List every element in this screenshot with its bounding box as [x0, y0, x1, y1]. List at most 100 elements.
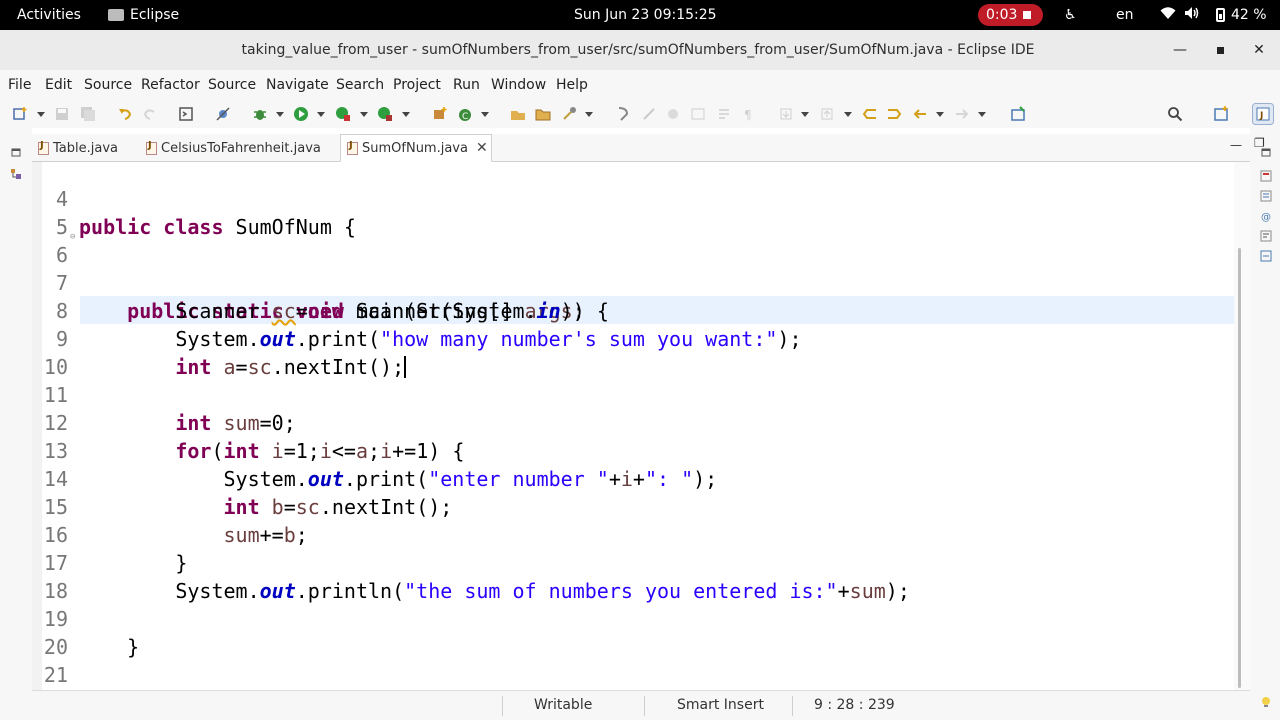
close-tab-icon[interactable]: ✕ [476, 140, 488, 156]
code-line[interactable]: 22 [32, 661, 1232, 689]
menu-project[interactable]: Project [393, 77, 441, 93]
restore-icon[interactable] [10, 146, 22, 158]
package-explorer-icon[interactable] [10, 168, 22, 180]
forward-dropdown-icon[interactable] [978, 112, 986, 117]
task-list-icon[interactable] [1260, 190, 1272, 202]
previous-annotation-dropdown-icon[interactable] [844, 112, 852, 117]
maximize-editor-button[interactable]: ❐ [1254, 136, 1265, 150]
tab-table-java[interactable]: Table.java [32, 134, 140, 162]
outline-icon[interactable] [1260, 170, 1272, 182]
search-tool-icon[interactable] [561, 106, 577, 122]
next-annotation-dropdown-icon[interactable] [801, 112, 809, 117]
pin-editor-icon[interactable] [1010, 106, 1026, 122]
close-button[interactable]: ✕ [1249, 40, 1269, 60]
menu-refactor[interactable]: Refactor [141, 77, 200, 93]
external-tools-dropdown-icon[interactable] [402, 112, 410, 117]
new-dropdown-icon[interactable] [37, 112, 45, 117]
save-all-icon[interactable] [80, 106, 96, 122]
code-line[interactable]: 5 [32, 185, 1232, 239]
stop-recording-icon[interactable] [1023, 11, 1031, 19]
code-line[interactable]: 20 [32, 605, 1232, 659]
activities-button[interactable]: Activities [17, 6, 81, 24]
search-dropdown-icon[interactable] [585, 112, 593, 117]
open-type-icon[interactable] [510, 106, 526, 122]
search-icon[interactable] [1167, 106, 1183, 122]
code-line[interactable]: 7 Scanner sc=new Scanner(System.in); [32, 241, 1232, 323]
undo-icon[interactable] [117, 106, 133, 122]
toggle-mark-icon[interactable] [615, 106, 631, 122]
code-line[interactable]: 13 System.out.print("enter number "+i+":… [32, 409, 1232, 491]
open-perspective-icon[interactable] [1213, 106, 1229, 122]
menu-help[interactable]: Help [556, 77, 588, 93]
keyboard-language[interactable]: en [1116, 6, 1134, 24]
code-line[interactable]: 15 sum+=b; [32, 465, 1232, 547]
window-title-bar[interactable]: taking_value_from_user - sumOfNumbers_fr… [0, 30, 1280, 70]
code-line[interactable]: 11 int sum=0; [32, 353, 1232, 435]
word-wrap-icon[interactable] [716, 106, 732, 122]
terminal-icon[interactable] [178, 106, 194, 122]
problems-icon[interactable]: @ [1260, 210, 1272, 222]
new-java-class-icon[interactable]: C [458, 106, 474, 122]
skip-breakpoints-icon[interactable] [215, 106, 231, 122]
menu-source[interactable]: Source [84, 77, 132, 93]
menu-edit[interactable]: Edit [45, 77, 72, 93]
scrollbar-thumb[interactable] [1238, 248, 1241, 688]
last-edit-location-icon[interactable] [862, 106, 878, 122]
menu-navigate[interactable]: Navigate [266, 77, 329, 93]
external-tools-icon[interactable] [377, 106, 393, 122]
annotation-icon[interactable] [665, 106, 681, 122]
forward-icon[interactable] [954, 106, 970, 122]
coverage-dropdown-icon[interactable] [360, 112, 368, 117]
minimize-editor-button[interactable]: — [1230, 138, 1242, 152]
tip-lightbulb-icon[interactable] [1260, 696, 1272, 708]
code-line[interactable]: 6 ⊖ public static void main(String[] arg… [32, 213, 1232, 323]
debug-dropdown-icon[interactable] [276, 112, 284, 117]
previous-annotation-icon[interactable] [819, 106, 835, 122]
code-line[interactable]: 17 System.out.println("the sum of number… [32, 521, 1232, 603]
code-line[interactable]: 8 System.out.print("how many number's su… [32, 269, 1232, 351]
status-cursor-position[interactable]: 9 : 28 : 239 [814, 697, 895, 713]
tab-celsius-to-fahrenheit-java[interactable]: CelsiusToFahrenheit.java [140, 134, 340, 162]
debug-icon[interactable] [252, 106, 268, 122]
open-folder-icon[interactable] [535, 106, 551, 122]
menu-run[interactable]: Run [453, 77, 480, 93]
java-perspective-icon[interactable]: J [1252, 103, 1274, 125]
save-icon[interactable] [54, 106, 70, 122]
code-line[interactable]: 19 } [32, 577, 1232, 659]
editor-vertical-scrollbar[interactable] [1234, 162, 1250, 690]
forward-edit-icon[interactable] [886, 106, 902, 122]
redo-icon[interactable] [142, 106, 158, 122]
code-line[interactable]: 4 public class SumOfNum { [32, 162, 1232, 239]
menu-source-2[interactable]: Source [208, 77, 256, 93]
pen-icon[interactable] [641, 106, 657, 122]
new-class-dropdown-icon[interactable] [481, 112, 489, 117]
next-annotation-icon[interactable] [778, 106, 794, 122]
new-java-package-icon[interactable] [432, 106, 448, 122]
code-line[interactable]: 12 for(int i=1;i<=a;i+=1) { [32, 381, 1232, 463]
maximize-button[interactable] [1210, 40, 1230, 60]
menu-file[interactable]: File [8, 77, 31, 93]
battery-indicator[interactable]: 42 % [1216, 6, 1267, 24]
java-editor[interactable]: 4 public class SumOfNum { 5 6 ⊖ public s… [32, 162, 1234, 690]
tab-sumofnum-java[interactable]: SumOfNum.java ✕ [340, 134, 492, 162]
minimize-button[interactable]: — [1170, 40, 1190, 60]
code-line[interactable]: 16 } [32, 493, 1232, 575]
block-selection-icon[interactable] [690, 106, 706, 122]
run-icon[interactable] [293, 106, 309, 122]
declaration-icon[interactable] [1260, 250, 1272, 262]
menu-window[interactable]: Window [491, 77, 546, 93]
code-line[interactable]: 10 [32, 325, 1232, 379]
javadoc-icon[interactable] [1260, 230, 1272, 242]
code-line[interactable]: 21 } [32, 633, 1232, 687]
clock[interactable]: Sun Jun 23 09:15:25 [574, 6, 717, 24]
status-insert-mode[interactable]: Smart Insert [677, 697, 764, 713]
back-dropdown-icon[interactable] [936, 112, 944, 117]
code-line[interactable]: 14 int b=sc.nextInt(); [32, 437, 1232, 519]
new-icon[interactable] [12, 106, 28, 122]
code-line-current[interactable]: 9 int a=sc.nextInt(); [32, 297, 1232, 379]
coverage-icon[interactable] [335, 106, 351, 122]
show-whitespace-icon[interactable]: ¶ [741, 106, 757, 122]
screen-recording-indicator[interactable]: 0:03 [978, 4, 1043, 26]
menu-search[interactable]: Search [336, 77, 384, 93]
accessibility-icon[interactable]: ♿ [1064, 6, 1077, 24]
